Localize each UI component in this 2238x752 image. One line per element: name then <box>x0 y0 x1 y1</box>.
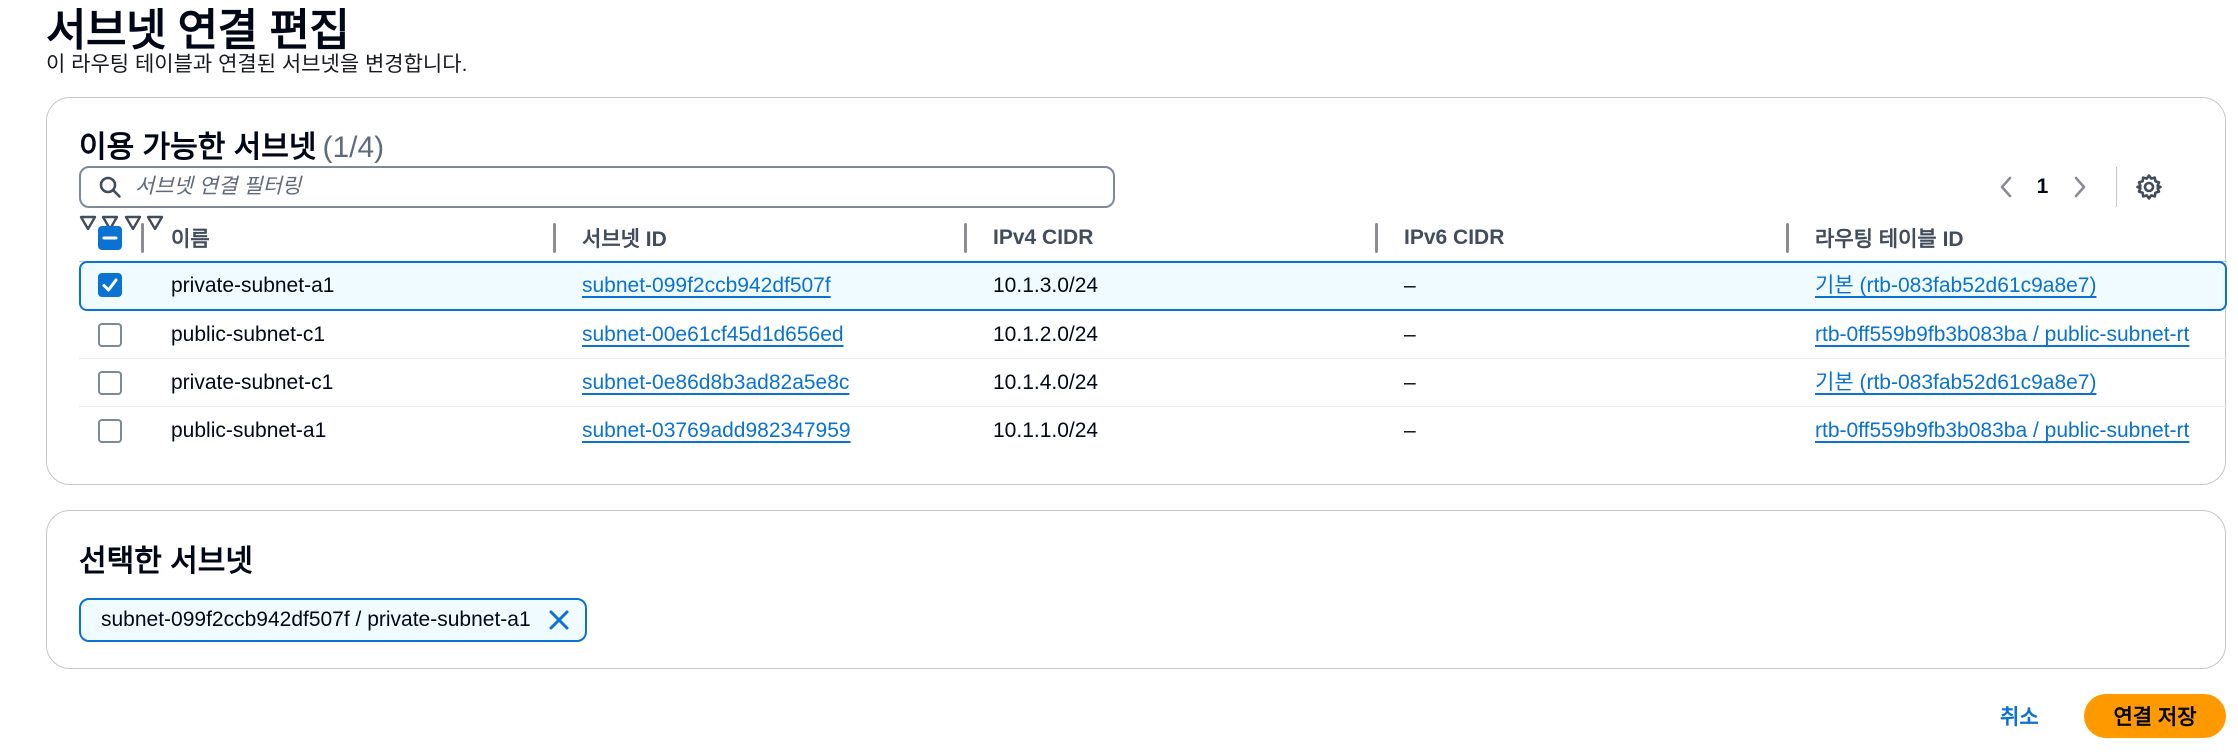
column-header-ipv4-label: IPv4 CIDR <box>993 226 1094 249</box>
table-row[interactable]: public-subnet-a1 subnet-03769add98234795… <box>79 407 2227 455</box>
chevron-right-icon <box>2074 176 2085 198</box>
row-checkbox[interactable] <box>98 323 122 347</box>
cell-name: public-subnet-c1 <box>171 323 326 346</box>
column-header-route-table-label: 라우팅 테이블 ID <box>1815 228 1964 251</box>
search-icon <box>97 174 123 200</box>
cell-ipv6: – <box>1404 419 1416 442</box>
table-row[interactable]: private-subnet-a1 subnet-099f2ccb942df50… <box>79 261 2227 311</box>
route-table-link[interactable]: 기본 (rtb-083fab52d61c9a8e7) <box>1815 274 2096 297</box>
row-checkbox[interactable] <box>98 371 122 395</box>
cancel-button[interactable]: 취소 <box>2000 701 2039 731</box>
selected-subnets-panel: 선택한 서브넷 subnet-099f2ccb942df507f / priva… <box>46 510 2226 669</box>
pagination: 1 <box>1988 164 2170 210</box>
column-divider[interactable] <box>553 223 556 253</box>
column-header-name[interactable]: 이름 <box>171 214 210 262</box>
selected-subnets-title: 선택한 서브넷 <box>79 545 253 578</box>
selection-count: (1/4) <box>322 131 385 164</box>
route-table-link[interactable]: rtb-0ff559b9fb3b083ba / public-subnet-rt <box>1815 323 2189 346</box>
next-page-button[interactable] <box>2062 167 2098 207</box>
subnet-id-link[interactable]: subnet-0e86d8b3ad82a5e8c <box>582 371 849 395</box>
column-divider <box>141 223 144 253</box>
preferences-button[interactable] <box>2129 167 2169 207</box>
save-associations-button[interactable]: 연결 저장 <box>2084 694 2226 738</box>
table-row[interactable]: private-subnet-c1 subnet-0e86d8b3ad82a5e… <box>79 359 2227 407</box>
column-divider[interactable] <box>1375 223 1378 253</box>
cell-name: private-subnet-a1 <box>171 273 335 297</box>
cell-ipv4: 10.1.3.0/24 <box>993 273 1099 297</box>
cell-ipv6: – <box>1404 273 1416 297</box>
column-header-subnet-id-label: 서브넷 ID <box>582 228 667 251</box>
select-all-checkbox[interactable] <box>98 226 122 250</box>
column-header-ipv6-cidr[interactable]: IPv6 CIDR <box>1404 214 1504 262</box>
selected-subnet-token-label: subnet-099f2ccb942df507f / private-subne… <box>101 608 531 631</box>
cell-ipv4: 10.1.2.0/24 <box>993 323 1099 346</box>
cell-ipv6: – <box>1404 371 1416 394</box>
table-row[interactable]: public-subnet-c1 subnet-00e61cf45d1d656e… <box>79 311 2227 359</box>
subnet-id-link[interactable]: subnet-03769add982347959 <box>582 419 851 443</box>
available-subnets-heading: 이용 가능한 서브넷 (1/4) <box>79 122 384 166</box>
column-divider[interactable] <box>964 223 967 253</box>
checkbox-checked-icon <box>102 278 118 292</box>
remove-token-button[interactable] <box>545 606 573 634</box>
column-header-ipv6-label: IPv6 CIDR <box>1404 226 1505 249</box>
subnet-id-link[interactable]: subnet-099f2ccb942df507f <box>582 274 831 298</box>
subnets-table: 이름 서브넷 ID IPv4 CIDR IPv6 CIDR 라우팅 테이블 ID… <box>79 214 2227 455</box>
subnet-id-link[interactable]: subnet-00e61cf45d1d656ed <box>582 323 844 347</box>
column-divider[interactable] <box>1786 223 1789 253</box>
selected-subnet-token: subnet-099f2ccb942df507f / private-subne… <box>79 598 587 642</box>
checkbox-indeterminate-icon <box>102 236 118 240</box>
available-subnets-panel: 이용 가능한 서브넷(1/4) 1 <box>46 97 2227 485</box>
filter-input-wrapper[interactable] <box>79 166 1115 208</box>
sort-icon[interactable] <box>146 215 164 236</box>
settings-gear-icon <box>2136 174 2162 200</box>
row-checkbox[interactable] <box>98 419 122 443</box>
table-header: 이름 서브넷 ID IPv4 CIDR IPv6 CIDR 라우팅 테이블 ID <box>79 214 2227 262</box>
route-table-link[interactable]: 기본 (rtb-083fab52d61c9a8e7) <box>1815 371 2096 394</box>
filter-input[interactable] <box>135 175 1035 199</box>
available-subnets-title: 이용 가능한 서브넷 <box>79 131 317 164</box>
cell-name: private-subnet-c1 <box>171 371 334 394</box>
column-header-route-table-id[interactable]: 라우팅 테이블 ID <box>1815 214 1964 262</box>
close-icon <box>549 610 569 630</box>
column-header-ipv4-cidr[interactable]: IPv4 CIDR <box>993 214 1093 262</box>
row-checkbox[interactable] <box>98 273 122 297</box>
route-table-link[interactable]: rtb-0ff559b9fb3b083ba / public-subnet-rt <box>1815 419 2189 442</box>
cell-ipv4: 10.1.4.0/24 <box>993 371 1099 394</box>
previous-page-button[interactable] <box>1988 167 2024 207</box>
page-description: 이 라우팅 테이블과 연결된 서브넷을 변경합니다. <box>46 53 468 76</box>
cell-name: public-subnet-a1 <box>171 419 327 442</box>
cell-ipv4: 10.1.1.0/24 <box>993 419 1099 442</box>
chevron-left-icon <box>2000 176 2011 198</box>
column-header-name-label: 이름 <box>171 228 210 251</box>
current-page-number[interactable]: 1 <box>2024 175 2062 199</box>
cell-ipv6: – <box>1404 323 1416 346</box>
pagination-divider <box>2115 167 2117 207</box>
column-header-subnet-id[interactable]: 서브넷 ID <box>582 214 667 262</box>
